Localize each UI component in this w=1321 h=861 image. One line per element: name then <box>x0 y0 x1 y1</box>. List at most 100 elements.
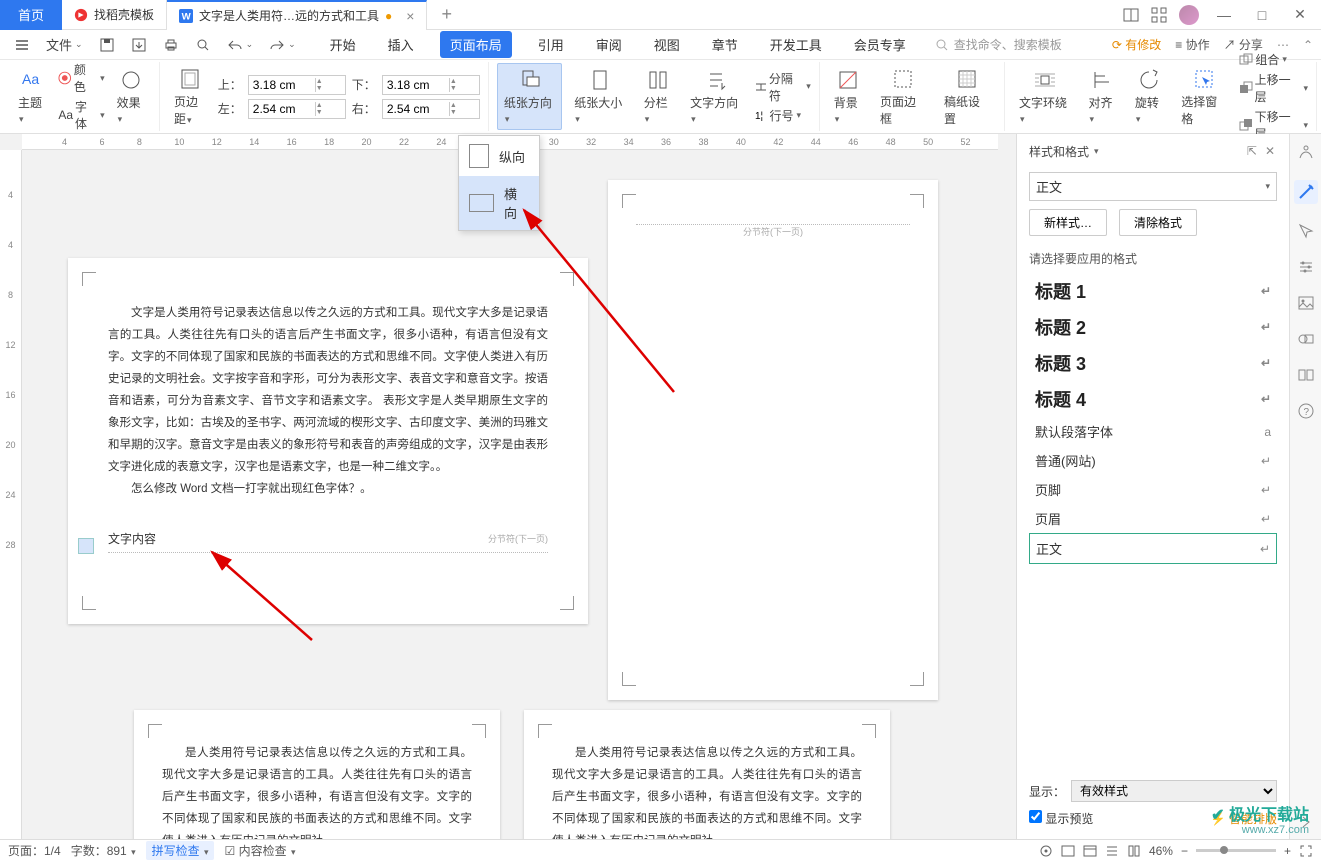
align-button[interactable]: 对齐▾ <box>1082 64 1122 129</box>
show-filter-select[interactable]: 有效样式 <box>1071 780 1277 802</box>
page-border-button[interactable]: 页面边框 <box>874 63 932 131</box>
file-menu[interactable]: 文件⌄ <box>40 31 89 58</box>
undo-button[interactable]: ⌄ <box>221 33 260 57</box>
image-tool-icon[interactable] <box>1297 294 1315 312</box>
style-item[interactable]: 默认段落字体a <box>1029 417 1277 446</box>
focus-mode-icon[interactable] <box>1039 844 1053 858</box>
toc-marker-icon[interactable] <box>78 538 94 554</box>
body-text[interactable]: 怎么修改 Word 文档一打字就出现红色字体？。 <box>108 478 548 500</box>
text-direction-button[interactable]: 文字方向▾ <box>684 64 747 129</box>
margin-right-input[interactable]: ▲▼ <box>382 99 480 119</box>
save-as-icon[interactable] <box>125 33 153 57</box>
more-menu-icon[interactable]: ⋯ <box>1277 38 1289 52</box>
outline-view-icon[interactable] <box>1105 844 1119 858</box>
theme-button[interactable]: Aa主题▾ <box>12 64 52 129</box>
print-icon[interactable] <box>157 33 185 57</box>
zoom-label[interactable]: 46% <box>1149 844 1173 858</box>
style-item[interactable]: 标题 1↵ <box>1029 273 1277 309</box>
style-item[interactable]: 标题 3↵ <box>1029 345 1277 381</box>
pages-canvas[interactable]: 文字是人类用符号记录表达信息以传之久远的方式和工具。现代文字大多是记录语言的工具… <box>22 150 998 839</box>
tab-template-store[interactable]: 找稻壳模板 <box>62 0 167 30</box>
reading-layout-icon[interactable] <box>1123 7 1139 23</box>
close-window-button[interactable]: ✕ <box>1287 6 1313 23</box>
new-tab-button[interactable]: + <box>427 4 466 25</box>
style-item[interactable]: 标题 4↵ <box>1029 381 1277 417</box>
body-text[interactable]: 文字是人类用符号记录表达信息以传之久远的方式和工具。现代文字大多是记录语言的工具… <box>108 302 548 478</box>
style-item[interactable]: 页脚↵ <box>1029 475 1277 504</box>
theme-color-button[interactable]: 颜色▾ <box>58 61 104 95</box>
page-1[interactable]: 文字是人类用符号记录表达信息以传之久远的方式和工具。现代文字大多是记录语言的工具… <box>68 258 588 624</box>
theme-effects-button[interactable]: 效果▾ <box>111 64 151 129</box>
page-2[interactable]: 分节符(下一页) <box>608 180 938 700</box>
orientation-button[interactable]: 纸张方向▾ <box>497 63 562 130</box>
page-3[interactable]: 是人类用符号记录表达信息以传之久远的方式和工具。现代文字大多是记录语言的工具。人… <box>134 710 500 839</box>
tab-member[interactable]: 会员专享 <box>848 31 912 58</box>
text-wrap-button[interactable]: 文字环绕▾ <box>1013 64 1076 129</box>
style-item[interactable]: 正文↵ <box>1029 533 1277 564</box>
tab-insert[interactable]: 插入 <box>382 31 420 58</box>
margin-bottom-input[interactable]: ▲▼ <box>382 75 480 95</box>
page-indicator[interactable]: 页面：1/4 <box>8 842 61 859</box>
style-list[interactable]: 标题 1↵标题 2↵标题 3↵标题 4↵默认段落字体a普通(网站)↵页脚↵页眉↵… <box>1029 273 1277 776</box>
tab-chapter[interactable]: 章节 <box>706 31 744 58</box>
vertical-scrollbar[interactable] <box>1002 154 1014 835</box>
margin-left-input[interactable]: ▲▼ <box>248 99 346 119</box>
margin-top-input[interactable]: ▲▼ <box>248 75 346 95</box>
collapse-ribbon-icon[interactable]: ⌃ <box>1303 38 1313 52</box>
assistant-icon[interactable] <box>1297 144 1315 162</box>
spell-check-toggle[interactable]: 拼写检查 ▾ <box>146 841 215 860</box>
minimize-button[interactable]: — <box>1211 7 1237 23</box>
rotate-button[interactable]: 旋转▾ <box>1129 64 1169 129</box>
tab-page-layout[interactable]: 页面布局 <box>440 31 512 58</box>
tab-references[interactable]: 引用 <box>532 31 570 58</box>
close-icon[interactable]: × <box>406 8 414 24</box>
paper-size-button[interactable]: 纸张大小▾ <box>568 64 631 129</box>
vertical-ruler[interactable]: 4481216202428 <box>0 150 22 839</box>
print-preview-icon[interactable] <box>189 33 217 57</box>
redo-button[interactable]: ⌄ <box>263 33 302 57</box>
margins-button[interactable]: 页边距▾ <box>168 63 212 131</box>
user-avatar[interactable] <box>1179 5 1199 25</box>
view-mode-icon[interactable] <box>1061 844 1075 858</box>
clear-format-button[interactable]: 清除格式 <box>1119 209 1197 236</box>
style-item[interactable]: 标题 2↵ <box>1029 309 1277 345</box>
footer-text[interactable]: 文字内容分节符(下一页) <box>108 528 548 553</box>
content-check-toggle[interactable]: ☑ 内容检查 ▾ <box>224 842 295 859</box>
tab-review[interactable]: 审阅 <box>590 31 628 58</box>
breaks-button[interactable]: 分隔符▾ <box>754 70 811 104</box>
fullscreen-icon[interactable] <box>1299 844 1313 858</box>
page-4[interactable]: 是人类用符号记录表达信息以传之久远的方式和工具。现代文字大多是记录语言的工具。人… <box>524 710 890 839</box>
style-item[interactable]: 页眉↵ <box>1029 504 1277 533</box>
apps-icon[interactable] <box>1151 7 1167 23</box>
columns-button[interactable]: 分栏▾ <box>638 64 678 129</box>
pin-icon[interactable]: ⇱ <box>1245 142 1259 160</box>
settings-slider-icon[interactable] <box>1297 258 1315 276</box>
bring-forward-button[interactable]: 上移一层▾ <box>1239 71 1308 105</box>
line-numbers-button[interactable]: 1¦行号▾ <box>754 107 811 124</box>
style-item[interactable]: 普通(网站)↵ <box>1029 446 1277 475</box>
new-style-button[interactable]: 新样式… <box>1029 209 1107 236</box>
close-pane-icon[interactable]: ✕ <box>1263 142 1277 160</box>
tab-developer[interactable]: 开发工具 <box>764 31 828 58</box>
shape-tool-icon[interactable] <box>1297 330 1315 348</box>
theme-font-button[interactable]: Aa 字体▾ <box>58 98 104 132</box>
body-text[interactable]: 是人类用符号记录表达信息以传之久远的方式和工具。现代文字大多是记录语言的工具。人… <box>162 742 472 839</box>
select-icon[interactable] <box>1297 222 1315 240</box>
web-layout-icon[interactable] <box>1083 844 1097 858</box>
show-preview-checkbox[interactable]: 显示预览 <box>1029 810 1093 827</box>
word-count[interactable]: 字数：891 ▾ <box>71 842 136 859</box>
styles-pane-icon[interactable] <box>1294 180 1318 204</box>
selection-pane-button[interactable]: 选择窗格 <box>1175 63 1233 131</box>
background-button[interactable]: 背景▾ <box>828 64 868 129</box>
app-menu-button[interactable] <box>8 33 36 57</box>
body-text[interactable]: 是人类用符号记录表达信息以传之久远的方式和工具。现代文字大多是记录语言的工具。人… <box>552 742 862 839</box>
orientation-portrait[interactable]: 纵向 <box>459 136 539 176</box>
group-objects-button[interactable]: 组合▾ <box>1239 51 1308 68</box>
reading-view-icon[interactable] <box>1127 844 1141 858</box>
current-style-select[interactable]: 正文▾ <box>1029 172 1277 201</box>
draft-paper-button[interactable]: 稿纸设置 <box>938 63 996 131</box>
maximize-button[interactable]: □ <box>1249 7 1275 23</box>
tab-start[interactable]: 开始 <box>324 31 362 58</box>
save-icon[interactable] <box>93 33 121 57</box>
zoom-in-button[interactable]: + <box>1284 844 1291 858</box>
